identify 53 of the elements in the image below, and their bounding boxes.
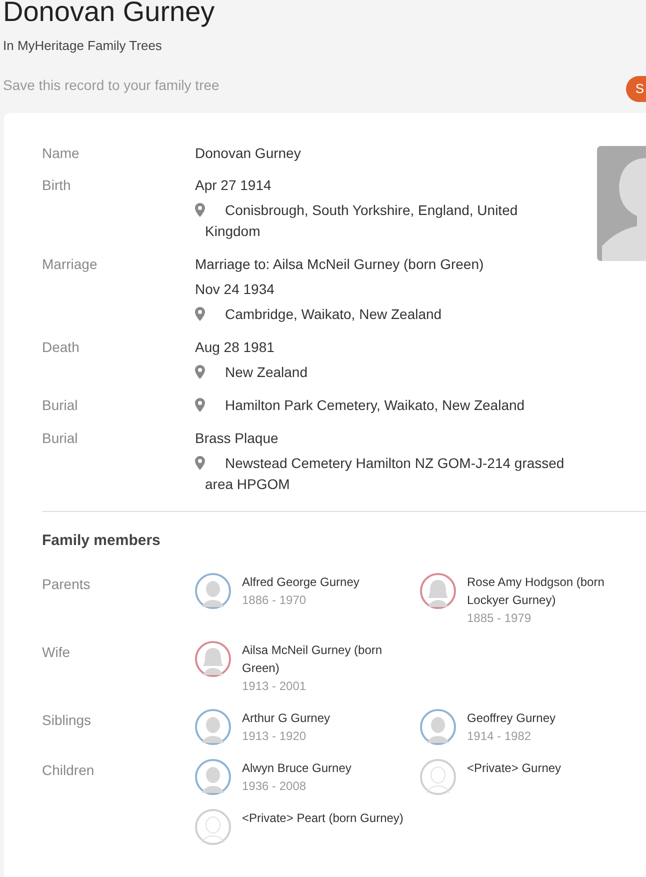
fact-value: Donovan Gurney — [195, 144, 302, 163]
avatar-icon[interactable] — [195, 808, 231, 844]
location-pin-icon — [195, 398, 205, 412]
avatar-icon[interactable] — [420, 708, 456, 744]
relative-name-link[interactable]: <Private> Peart (born Gurney) — [242, 808, 412, 826]
relative-years: 1886 - 1970 — [242, 592, 308, 608]
fact-place: Conisbrough, South Yorkshire, England, United Kingdom — [205, 201, 519, 241]
relative-name-link[interactable]: Alfred George Gurney — [242, 572, 412, 590]
fact-value: Aug 28 1981 — [195, 338, 276, 357]
record-subtitle: In MyHeritage Family Trees — [3, 37, 163, 55]
fact-place: New Zealand — [224, 363, 308, 382]
location-pin-icon — [195, 365, 205, 379]
fact-place: Hamilton Park Cemetery, Waikato, New Zealand — [224, 396, 525, 415]
fact-value: Nov 24 1934 — [195, 280, 276, 299]
fact-value: Marriage to: Ailsa McNeil Gurney (born Green) — [195, 255, 485, 274]
avatar-icon[interactable] — [420, 758, 456, 794]
location-pin-icon — [195, 307, 205, 321]
relative-years: 1914 - 1982 — [467, 728, 532, 744]
relative-name-link[interactable]: Ailsa McNeil Gurney (born Green) — [242, 640, 412, 676]
fact-label: Death — [42, 338, 80, 357]
fact-label: Marriage — [42, 255, 98, 274]
fact-value: Brass Plaque — [195, 429, 280, 448]
section-heading: Family members — [42, 531, 162, 551]
relation-label: Wife — [42, 644, 71, 662]
fact-value: Apr 27 1914 — [195, 176, 272, 195]
relation-label: Siblings — [42, 712, 92, 730]
location-pin-icon — [195, 203, 205, 217]
relative-name-link[interactable]: Arthur G Gurney — [242, 708, 412, 726]
save-button[interactable]: S — [626, 76, 646, 102]
save-prompt: Save this record to your family tree — [3, 76, 220, 95]
avatar-icon[interactable] — [195, 758, 231, 794]
relation-label: Children — [42, 762, 96, 780]
avatar-icon[interactable] — [195, 640, 231, 676]
fact-label: Name — [42, 144, 80, 163]
relative-years: 1936 - 2008 — [242, 778, 308, 794]
avatar-icon[interactable] — [195, 572, 231, 608]
fact-place: Cambridge, Waikato, New Zealand — [224, 305, 442, 324]
avatar-icon[interactable] — [195, 708, 231, 744]
fact-label: Burial — [42, 396, 79, 415]
relative-name-link[interactable]: Alwyn Bruce Gurney — [242, 758, 412, 776]
fact-place: Newstead Cemetery Hamilton NZ GOM-J-214 grassed area HPGOM — [205, 454, 566, 494]
relative-name-link[interactable]: Geoffrey Gurney — [467, 708, 620, 726]
relative-years: 1913 - 1920 — [242, 728, 308, 744]
relation-label: Parents — [42, 576, 92, 594]
fact-label: Birth — [42, 176, 72, 195]
avatar-icon[interactable] — [420, 572, 456, 608]
relative-name-link[interactable]: Rose Amy Hodgson (born Lockyer Gurney) — [467, 572, 620, 608]
relative-name-link[interactable]: <Private> Gurney — [467, 758, 620, 776]
relative-years: 1885 - 1979 — [467, 610, 532, 626]
fact-label: Burial — [42, 429, 79, 448]
record-title: Donovan Gurney — [3, 0, 216, 25]
relative-years: 1913 - 2001 — [242, 678, 308, 694]
location-pin-icon — [195, 456, 205, 470]
